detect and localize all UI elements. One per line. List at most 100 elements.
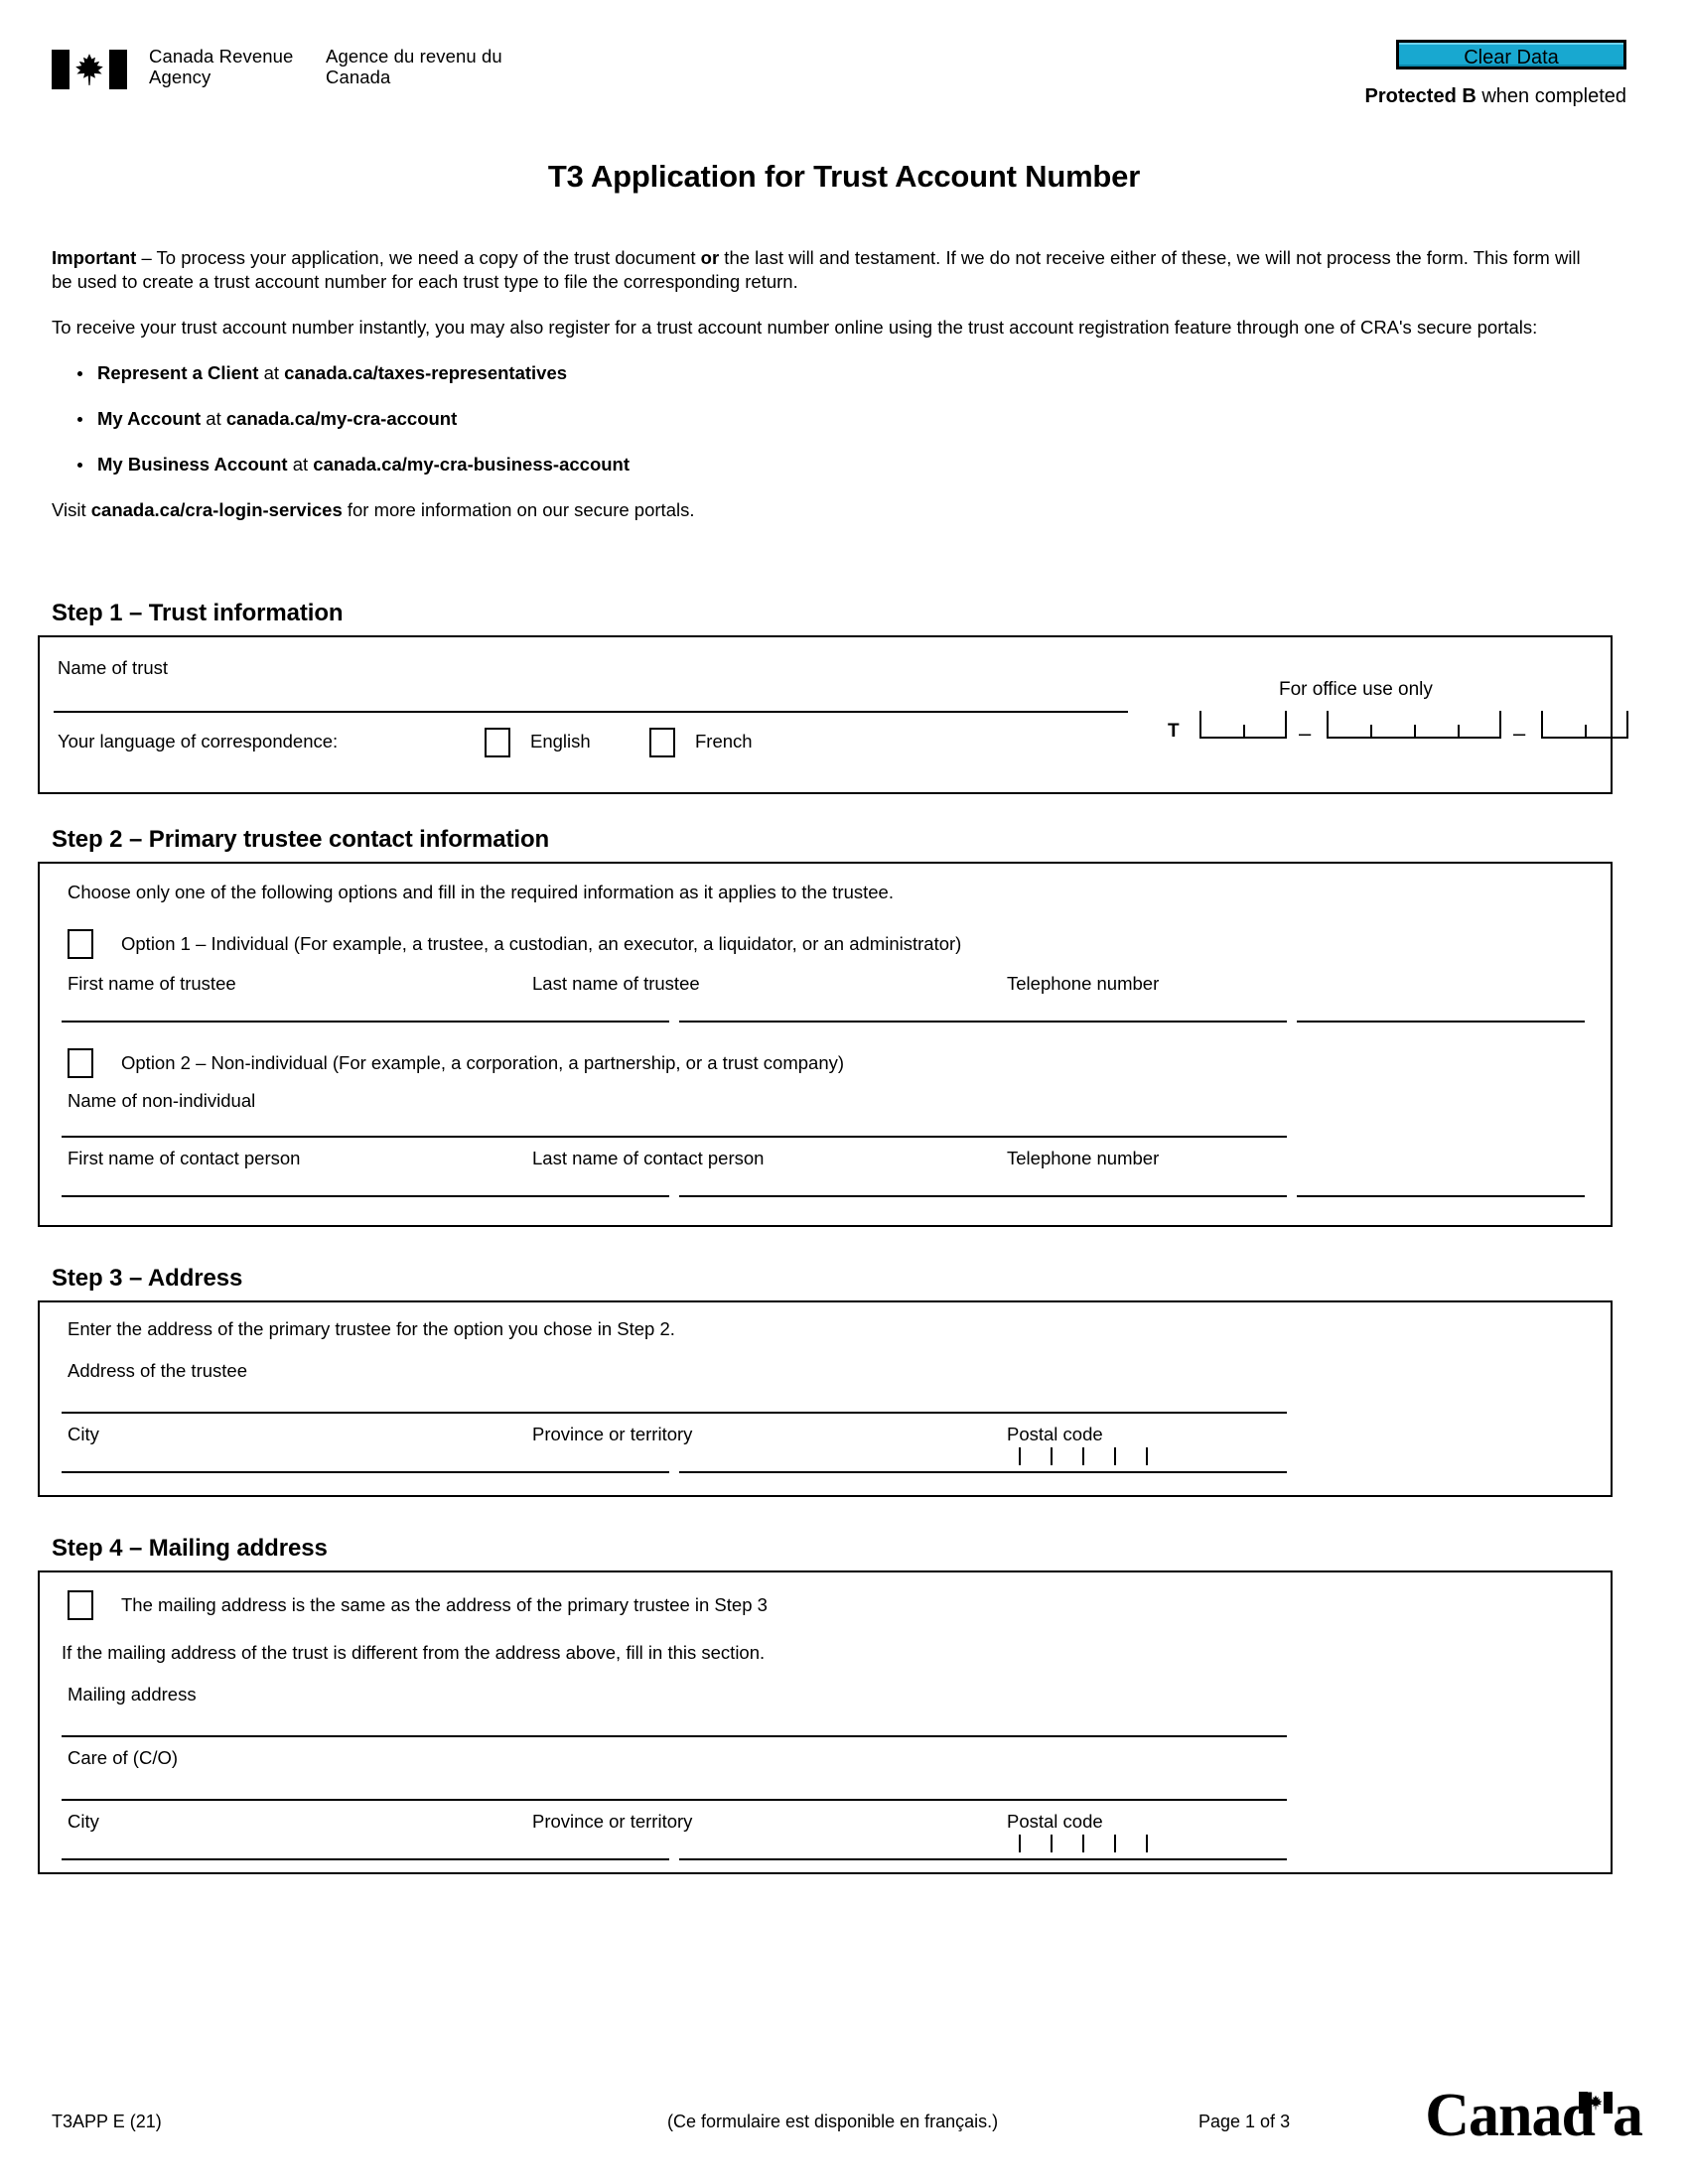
visit-prefix: Visit	[52, 499, 91, 520]
same-address-label: The mailing address is the same as the a…	[121, 1594, 768, 1615]
postal-code-input-step3[interactable]	[1001, 1447, 1180, 1473]
province-input-step4[interactable]	[679, 1858, 1287, 1860]
province-label-step3: Province or territory	[532, 1424, 693, 1444]
portal-name: My Account	[97, 408, 202, 429]
trust-number-prefix: T	[1168, 721, 1180, 742]
clear-data-container: Clear Data	[1396, 40, 1626, 69]
telephone-number-label-1: Telephone number	[1007, 973, 1160, 994]
name-non-individual-input[interactable]	[62, 1136, 1287, 1138]
agency-name-en: Canada Revenue Agency	[149, 46, 294, 87]
form-code: T3APP E (21)	[52, 2112, 162, 2131]
trust-number-group-2[interactable]	[1327, 709, 1501, 739]
register-paragraph: To receive your trust account number ins…	[52, 317, 1538, 338]
province-label-step4: Province or territory	[532, 1811, 693, 1832]
first-name-trustee-input[interactable]	[62, 1021, 669, 1023]
step-3-instruction: Enter the address of the primary trustee…	[68, 1318, 675, 1339]
option-1-label: Option 1 – Individual (For example, a tr…	[121, 933, 962, 954]
french-checkbox[interactable]	[649, 728, 675, 757]
canada-flag-icon	[52, 50, 127, 89]
office-use-label: For office use only	[1279, 679, 1433, 700]
city-input-step3[interactable]	[62, 1471, 669, 1473]
care-of-input[interactable]	[62, 1799, 1287, 1801]
last-name-trustee-label: Last name of trustee	[532, 973, 700, 994]
portal-at: at	[287, 454, 314, 475]
page-title: T3 Application for Trust Account Number	[547, 159, 1141, 194]
agency-name-fr: Agence du revenu du Canada	[326, 46, 502, 87]
step-2-box: Choose only one of the following options…	[38, 862, 1613, 1227]
name-of-trust-input[interactable]	[54, 711, 1128, 713]
english-checkbox[interactable]	[485, 728, 510, 757]
portal-name: My Business Account	[97, 454, 288, 475]
option-2-label: Option 2 – Non-individual (For example, …	[121, 1052, 845, 1073]
name-non-individual-label: Name of non-individual	[68, 1090, 256, 1111]
canada-wordmark: Canad a	[1425, 2082, 1643, 2149]
step-1-heading: Step 1 – Trust information	[52, 600, 344, 626]
care-of-label: Care of (C/O)	[68, 1747, 179, 1768]
page-footer: T3APP E (21) (Ce formulaire est disponib…	[52, 2069, 1652, 2146]
list-item: My Business Account at canada.ca/my-cra-…	[52, 453, 1601, 477]
important-paragraph: Important – To process your application,…	[52, 246, 1601, 294]
telephone-number-label-2: Telephone number	[1007, 1148, 1160, 1168]
form-page: Canada Revenue Agency Agence du revenu d…	[0, 0, 1688, 2184]
language-label: Your language of correspondence:	[58, 731, 339, 751]
trust-number-dash-1: –	[1299, 721, 1312, 746]
mailing-address-label: Mailing address	[68, 1684, 197, 1705]
list-item: Represent a Client at canada.ca/taxes-re…	[52, 361, 1601, 385]
page-number: Page 1 of 3	[1198, 2112, 1291, 2131]
address-of-trustee-label: Address of the trustee	[68, 1360, 247, 1381]
province-input-step3[interactable]	[679, 1471, 1287, 1473]
visit-line: Visit canada.ca/cra-login-services for m…	[52, 498, 1601, 522]
portal-url: canada.ca/my-cra-account	[225, 408, 458, 429]
page-header: Canada Revenue Agency Agence du revenu d…	[52, 40, 1652, 119]
english-label: English	[530, 731, 591, 751]
city-input-step4[interactable]	[62, 1858, 669, 1860]
postal-code-label-step4: Postal code	[1007, 1811, 1103, 1832]
mailing-address-input[interactable]	[62, 1735, 1287, 1737]
postal-code-input-step4[interactable]	[1001, 1835, 1180, 1860]
first-name-contact-label: First name of contact person	[68, 1148, 301, 1168]
portal-name: Represent a Client	[97, 362, 259, 383]
protected-b-level: Protected B	[1364, 85, 1477, 107]
city-label-step4: City	[68, 1811, 99, 1832]
french-availability-note: (Ce formulaire est disponible en françai…	[667, 2112, 999, 2131]
canada-wordmark-tail: a	[1613, 2082, 1643, 2149]
first-name-trustee-label: First name of trustee	[68, 973, 236, 994]
name-of-trust-label: Name of trust	[58, 657, 169, 678]
canada-flag-icon-small	[1579, 2092, 1613, 2114]
protected-b-label: Protected B when completed	[1365, 85, 1626, 108]
secure-portals-list: Represent a Client at canada.ca/taxes-re…	[52, 361, 1601, 477]
trust-number-group-1[interactable]	[1199, 709, 1287, 739]
important-or: or	[700, 247, 720, 268]
french-label: French	[695, 731, 753, 751]
address-of-trustee-input[interactable]	[62, 1412, 1287, 1414]
clear-data-button[interactable]: Clear Data	[1396, 40, 1626, 69]
visit-suffix: for more information on our secure porta…	[342, 499, 695, 520]
portal-url: canada.ca/taxes-representatives	[284, 362, 568, 383]
trust-number-group-3[interactable]	[1541, 709, 1628, 739]
list-item: My Account at canada.ca/my-cra-account	[52, 407, 1601, 431]
postal-code-label-step3: Postal code	[1007, 1424, 1103, 1444]
option-1-checkbox[interactable]	[68, 929, 93, 959]
step-3-heading: Step 3 – Address	[52, 1265, 243, 1292]
protected-b-suffix: when completed	[1476, 85, 1626, 107]
important-label: Important	[52, 247, 137, 268]
option-2-checkbox[interactable]	[68, 1048, 93, 1078]
last-name-contact-label: Last name of contact person	[532, 1148, 765, 1168]
telephone-number-input-2[interactable]	[1297, 1195, 1585, 1197]
maple-leaf-icon	[75, 54, 103, 85]
telephone-number-input-1[interactable]	[1297, 1021, 1585, 1023]
same-address-checkbox[interactable]	[68, 1590, 93, 1620]
step-1-box: Name of trust Your language of correspon…	[38, 635, 1628, 794]
city-label-step3: City	[68, 1424, 99, 1444]
portal-at: at	[201, 408, 226, 429]
maple-leaf-icon-small	[1589, 2095, 1603, 2111]
trust-number-dash-2: –	[1513, 721, 1526, 746]
important-text-1: To process your application, we need a c…	[156, 247, 701, 268]
step-4-heading: Step 4 – Mailing address	[52, 1535, 328, 1562]
canada-wordmark-text: Canad	[1425, 2082, 1596, 2149]
portal-at: at	[258, 362, 285, 383]
step-2-heading: Step 2 – Primary trustee contact informa…	[52, 826, 550, 853]
last-name-contact-input[interactable]	[679, 1195, 1287, 1197]
last-name-trustee-input[interactable]	[679, 1021, 1287, 1023]
first-name-contact-input[interactable]	[62, 1195, 669, 1197]
